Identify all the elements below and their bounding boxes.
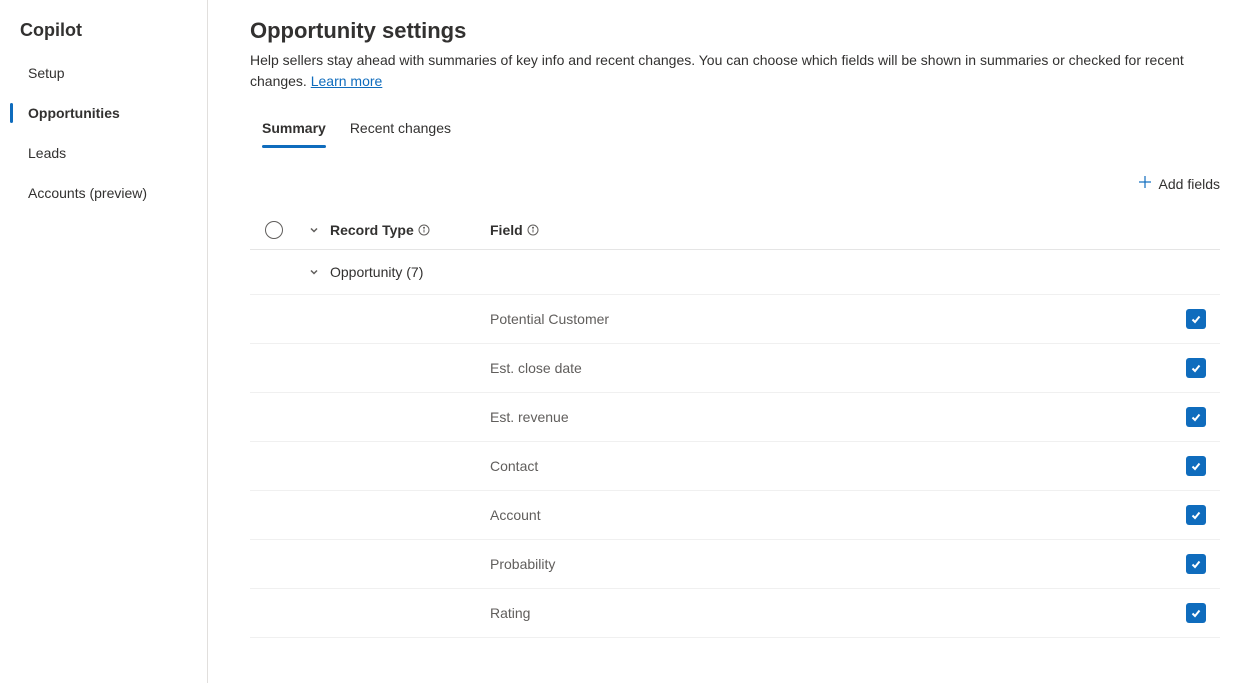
tab-summary[interactable]: Summary: [262, 110, 326, 146]
sidebar-item-label: Accounts (preview): [28, 185, 147, 201]
page-description: Help sellers stay ahead with summaries o…: [250, 50, 1220, 92]
field-checkbox[interactable]: [1186, 505, 1206, 525]
page-description-text: Help sellers stay ahead with summaries o…: [250, 52, 1184, 89]
field-label: Contact: [490, 458, 538, 474]
tab-recent-changes[interactable]: Recent changes: [350, 110, 451, 146]
info-icon[interactable]: [527, 224, 539, 236]
field-label: Rating: [490, 605, 530, 621]
table-row: Account: [250, 491, 1220, 540]
table-row: Rating: [250, 589, 1220, 638]
table-group-row: Opportunity (7): [250, 250, 1220, 295]
field-label: Probability: [490, 556, 555, 572]
field-checkbox[interactable]: [1186, 309, 1206, 329]
chevron-down-icon[interactable]: [308, 266, 320, 278]
tabs: Summary Recent changes: [250, 110, 1220, 146]
add-fields-button[interactable]: Add fields: [1137, 174, 1220, 193]
field-label: Est. revenue: [490, 409, 569, 425]
sidebar-item-label: Leads: [28, 145, 66, 161]
table-row: Est. revenue: [250, 393, 1220, 442]
select-all-toggle[interactable]: [265, 221, 283, 239]
header-record-type: Record Type: [330, 222, 414, 238]
plus-icon: [1137, 174, 1153, 193]
sidebar-title: Copilot: [0, 20, 207, 53]
table-row: Contact: [250, 442, 1220, 491]
main-content: Opportunity settings Help sellers stay a…: [208, 0, 1256, 683]
sidebar-item-opportunities[interactable]: Opportunities: [0, 93, 207, 133]
sidebar-item-label: Setup: [28, 65, 65, 81]
tab-label: Summary: [262, 120, 326, 136]
field-label: Potential Customer: [490, 311, 609, 327]
learn-more-link[interactable]: Learn more: [311, 73, 383, 89]
add-fields-label: Add fields: [1159, 176, 1220, 192]
field-checkbox[interactable]: [1186, 456, 1206, 476]
header-field: Field: [490, 222, 523, 238]
table-row: Est. close date: [250, 344, 1220, 393]
group-label: Opportunity (7): [330, 264, 423, 280]
sidebar-item-setup[interactable]: Setup: [0, 53, 207, 93]
sidebar-item-accounts[interactable]: Accounts (preview): [0, 173, 207, 213]
table-header: Record Type Field: [250, 211, 1220, 250]
table-row: Probability: [250, 540, 1220, 589]
sidebar-item-label: Opportunities: [28, 105, 120, 121]
field-checkbox[interactable]: [1186, 603, 1206, 623]
toolbar: Add fields: [250, 174, 1220, 193]
field-label: Account: [490, 507, 541, 523]
field-checkbox[interactable]: [1186, 358, 1206, 378]
field-label: Est. close date: [490, 360, 582, 376]
chevron-down-icon[interactable]: [308, 224, 320, 236]
table-row: Potential Customer: [250, 295, 1220, 344]
field-checkbox[interactable]: [1186, 407, 1206, 427]
fields-table: Record Type Field: [250, 211, 1220, 638]
tab-label: Recent changes: [350, 120, 451, 136]
sidebar: Copilot Setup Opportunities Leads Accoun…: [0, 0, 208, 683]
page-title: Opportunity settings: [250, 18, 1220, 44]
info-icon[interactable]: [418, 224, 430, 236]
sidebar-item-leads[interactable]: Leads: [0, 133, 207, 173]
field-checkbox[interactable]: [1186, 554, 1206, 574]
